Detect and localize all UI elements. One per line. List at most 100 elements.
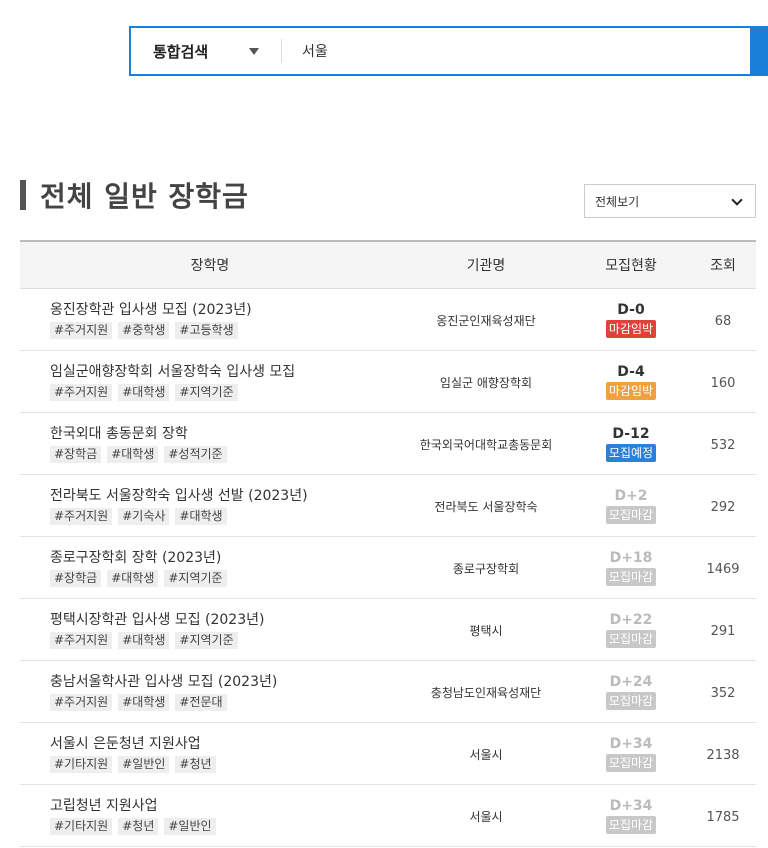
org-cell: 옹진군인재육성재단: [400, 310, 572, 329]
dday-label: D+34: [609, 735, 653, 752]
table-row[interactable]: 옹진장학관 입사생 모집 (2023년) #주거지원 #중학생 #고등학생 옹진군인…: [20, 289, 756, 351]
tag[interactable]: #기타지원: [50, 817, 113, 835]
view-count: 68: [714, 314, 732, 329]
org-name: 임실군 애향장학회: [439, 376, 533, 390]
scholarship-name-link[interactable]: 서울시 은둔청년 지원사업: [50, 735, 400, 753]
tag[interactable]: #지역기준: [164, 569, 227, 587]
search-category-select[interactable]: 통합검색: [131, 28, 281, 74]
scholarship-name-link[interactable]: 임실군애향장학회 서울장학숙 입사생 모집: [50, 363, 400, 381]
scholarship-name-link[interactable]: 한국외대 총동문회 장학: [50, 425, 400, 443]
org-name: 충청남도인재육성재단: [430, 686, 542, 700]
status-badge: 모집마감: [605, 815, 657, 834]
tag[interactable]: #고등학생: [175, 321, 238, 339]
scholarship-name-link[interactable]: 전라북도 서울장학숙 입사생 선발 (2023년): [50, 487, 400, 505]
table-header: 장학명 기관명 모집현황 조회: [20, 242, 756, 289]
view-count: 1785: [706, 810, 740, 825]
scholarship-name-link[interactable]: 고립청년 지원사업: [50, 797, 400, 815]
tag-list: #기타지원 #청년 #일반인: [50, 817, 400, 835]
status-cell: D+18 모집마감: [572, 550, 690, 586]
tag-list: #주거지원 #대학생 #지역기준: [50, 383, 400, 401]
tag[interactable]: #성적기준: [164, 445, 227, 463]
status-cell: D+22 모집마감: [572, 612, 690, 648]
org-cell: 임실군 애향장학회: [400, 372, 572, 391]
view-filter-select[interactable]: 전체보기: [584, 184, 756, 218]
tag[interactable]: #대학생: [118, 383, 170, 401]
tag[interactable]: #장학금: [50, 445, 102, 463]
tag[interactable]: #대학생: [107, 445, 159, 463]
table-row[interactable]: 평택시장학관 입사생 모집 (2023년) #주거지원 #대학생 #지역기준 평택시…: [20, 599, 756, 661]
org-cell: 전라북도 서울장학숙: [400, 496, 572, 515]
tag-list: #장학금 #대학생 #성적기준: [50, 445, 400, 463]
org-name: 전라북도 서울장학숙: [434, 500, 538, 514]
status-badge: 모집예정: [605, 443, 657, 462]
search-button[interactable]: [750, 26, 768, 76]
scholarship-name-link[interactable]: 평택시장학관 입사생 모집 (2023년): [50, 611, 400, 629]
header-name: 장학명: [190, 258, 230, 274]
table-row[interactable]: 임실군애향장학회 서울장학숙 입사생 모집 #주거지원 #대학생 #지역기준 임실군…: [20, 351, 756, 413]
views-cell: 160: [690, 372, 756, 391]
caret-down-icon: [249, 48, 259, 55]
tag[interactable]: #장학금: [50, 569, 102, 587]
status-badge: 마감임박: [605, 319, 657, 338]
org-cell: 한국외국어대학교총동문회: [400, 434, 572, 453]
tag[interactable]: #지역기준: [175, 631, 238, 649]
scholarship-name-link[interactable]: 종로구장학회 장학 (2023년): [50, 549, 400, 567]
org-name: 옹진군인재육성재단: [436, 314, 536, 328]
tag[interactable]: #청년: [118, 817, 159, 835]
dday-label: D-0: [617, 301, 645, 318]
status-cell: D-4 마감임박: [572, 364, 690, 400]
dday-label: D+18: [609, 549, 653, 566]
views-cell: 2138: [690, 744, 756, 763]
table-row[interactable]: 한국외대 총동문회 장학 #장학금 #대학생 #성적기준 한국외국어대학교총동문회 …: [20, 413, 756, 475]
org-cell: 서울시: [400, 806, 572, 825]
tag[interactable]: #전문대: [175, 693, 227, 711]
tag[interactable]: #중학생: [118, 321, 170, 339]
tag[interactable]: #주거지원: [50, 507, 113, 525]
dday-label: D+22: [609, 611, 653, 628]
status-cell: D+2 모집마감: [572, 488, 690, 524]
section-accent-bar: [20, 180, 26, 210]
tag[interactable]: #일반인: [164, 817, 216, 835]
status-badge: 모집마감: [605, 691, 657, 710]
scholarship-name-link[interactable]: 충남서울학사관 입사생 모집 (2023년): [50, 673, 400, 691]
org-name: 서울시: [469, 748, 503, 762]
tag[interactable]: #기타지원: [50, 755, 113, 773]
tag[interactable]: #기숙사: [118, 507, 170, 525]
table-row[interactable]: 서울시 은둔청년 지원사업 #기타지원 #일반인 #청년 서울시 D+34 모집마감…: [20, 723, 756, 785]
tag[interactable]: #청년: [175, 755, 216, 773]
tag[interactable]: #주거지원: [50, 383, 113, 401]
scholarship-cell: 충남서울학사관 입사생 모집 (2023년) #주거지원 #대학생 #전문대: [20, 673, 400, 711]
tag[interactable]: #주거지원: [50, 631, 113, 649]
dday-label: D+34: [609, 797, 653, 814]
page-title: 전체 일반 장학금: [40, 180, 249, 213]
tag-list: #주거지원 #중학생 #고등학생: [50, 321, 400, 339]
status-cell: D+34 모집마감: [572, 798, 690, 834]
table-row[interactable]: 충남서울학사관 입사생 모집 (2023년) #주거지원 #대학생 #전문대 충청남…: [20, 661, 756, 723]
scholarship-cell: 종로구장학회 장학 (2023년) #장학금 #대학생 #지역기준: [20, 549, 400, 587]
views-cell: 291: [690, 620, 756, 639]
view-count: 2138: [706, 748, 740, 763]
tag[interactable]: #대학생: [118, 631, 170, 649]
table-body: 옹진장학관 입사생 모집 (2023년) #주거지원 #중학생 #고등학생 옹진군인…: [20, 289, 756, 847]
table-row[interactable]: 고립청년 지원사업 #기타지원 #청년 #일반인 서울시 D+34 모집마감 178…: [20, 785, 756, 847]
search-category-label: 통합검색: [153, 42, 209, 61]
table-row[interactable]: 종로구장학회 장학 (2023년) #장학금 #대학생 #지역기준 종로구장학회 D…: [20, 537, 756, 599]
tag[interactable]: #지역기준: [175, 383, 238, 401]
tag[interactable]: #대학생: [175, 507, 227, 525]
search-input[interactable]: [282, 28, 768, 74]
table-row[interactable]: 전라북도 서울장학숙 입사생 선발 (2023년) #주거지원 #기숙사 #대학생 …: [20, 475, 756, 537]
tag[interactable]: #주거지원: [50, 693, 113, 711]
dday-label: D-4: [617, 363, 645, 380]
tag[interactable]: #일반인: [118, 755, 170, 773]
scholarship-cell: 한국외대 총동문회 장학 #장학금 #대학생 #성적기준: [20, 425, 400, 463]
view-count: 291: [710, 624, 736, 639]
scholarship-name-link[interactable]: 옹진장학관 입사생 모집 (2023년): [50, 301, 400, 319]
dday-label: D+24: [609, 673, 653, 690]
tag[interactable]: #주거지원: [50, 321, 113, 339]
view-count: 352: [710, 686, 736, 701]
tag[interactable]: #대학생: [107, 569, 159, 587]
view-count: 1469: [706, 562, 740, 577]
org-cell: 충청남도인재육성재단: [400, 682, 572, 701]
scholarship-cell: 임실군애향장학회 서울장학숙 입사생 모집 #주거지원 #대학생 #지역기준: [20, 363, 400, 401]
tag[interactable]: #대학생: [118, 693, 170, 711]
